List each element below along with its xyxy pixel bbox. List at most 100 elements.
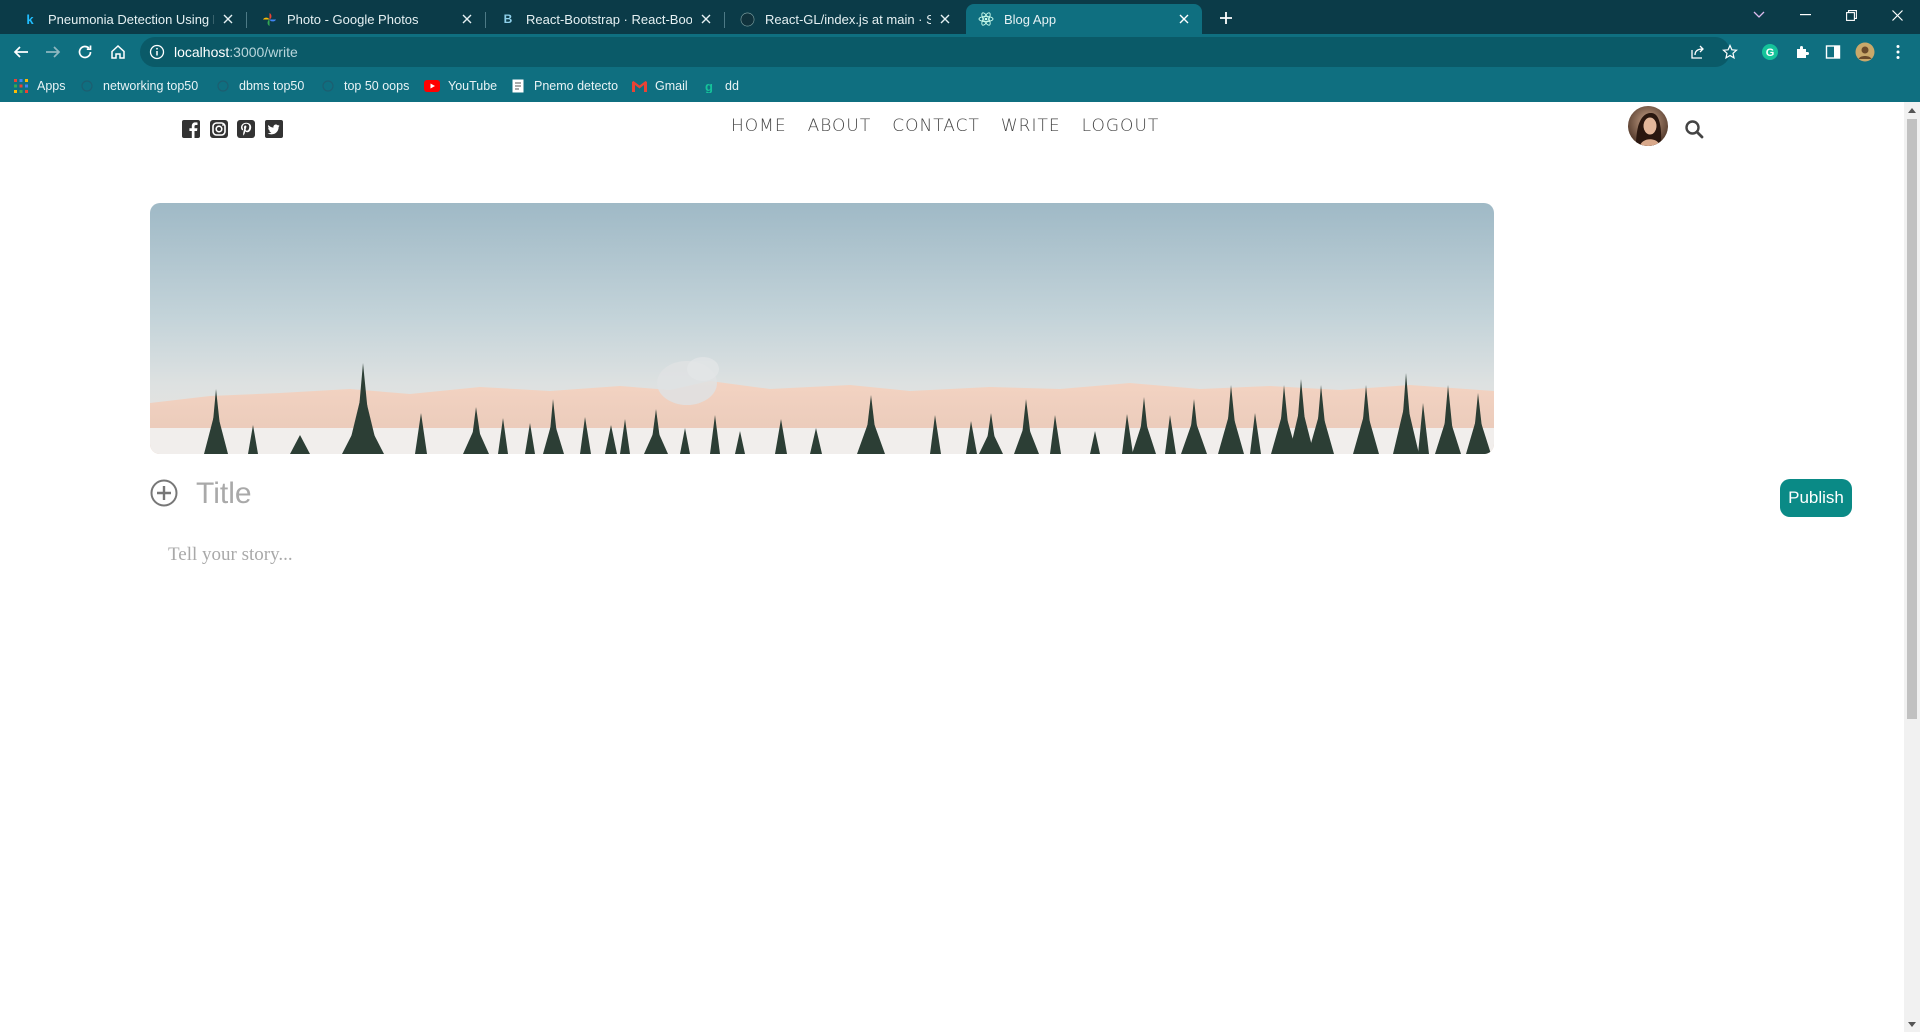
twitter-icon[interactable] — [264, 119, 284, 139]
bookmark-networking[interactable]: networking top50 — [79, 77, 198, 95]
bookmark-gmail[interactable]: Gmail — [631, 77, 688, 95]
google-photos-icon — [261, 11, 277, 27]
reload-button[interactable] — [73, 40, 97, 64]
tab-search-button[interactable] — [1736, 0, 1782, 30]
home-button[interactable] — [106, 40, 130, 64]
tab-title: Photo - Google Photos — [287, 11, 419, 27]
arrow-right-icon — [46, 46, 61, 58]
share-button[interactable] — [1687, 41, 1709, 63]
bookmarks-bar: Apps networking top50 dbms top50 top 50 … — [0, 70, 1920, 102]
scrollbar-thumb[interactable] — [1907, 119, 1917, 719]
browser-toolbar: localhost:3000/write G — [0, 34, 1920, 70]
publish-button[interactable]: Publish — [1780, 479, 1852, 517]
page-scrollbar[interactable] — [1904, 102, 1920, 1032]
nav-write-link[interactable]: WRITE — [1001, 116, 1061, 136]
globe-icon — [215, 78, 231, 94]
nav-logout-link[interactable]: LOGOUT — [1082, 116, 1160, 136]
bookmark-dd[interactable]: g dd — [701, 77, 739, 95]
url-host: localhost — [174, 44, 230, 60]
tab-title: Blog App — [1004, 11, 1057, 27]
title-input[interactable] — [196, 474, 1396, 514]
bookmark-label: Gmail — [655, 79, 688, 93]
close-icon[interactable] — [698, 11, 714, 27]
close-icon[interactable] — [937, 11, 953, 27]
side-panel-button[interactable] — [1822, 41, 1844, 63]
github-icon — [739, 11, 755, 27]
bookmark-label: dd — [725, 79, 739, 93]
add-image-icon[interactable] — [150, 479, 178, 507]
facebook-icon[interactable] — [181, 119, 201, 139]
globe-icon — [79, 78, 95, 94]
restore-button[interactable] — [1828, 0, 1874, 30]
new-tab-button[interactable] — [1214, 6, 1238, 30]
search-icon[interactable] — [1684, 119, 1704, 139]
restore-icon — [1845, 9, 1857, 21]
nav-contact-link[interactable]: CONTACT — [892, 116, 980, 136]
main-menu: HOME ABOUT CONTACT WRITE LOGOUT — [731, 116, 1159, 136]
arrow-left-icon — [13, 46, 28, 58]
tab-react-gl-github[interactable]: React-GL/index.js at main · Sache — [727, 4, 963, 34]
minimize-button[interactable] — [1782, 0, 1828, 30]
svg-text:g: g — [705, 79, 713, 93]
scroll-up-arrow-icon[interactable] — [1904, 102, 1920, 118]
profile-button[interactable] — [1854, 41, 1876, 63]
bookmark-oops[interactable]: top 50 oops — [320, 77, 409, 95]
bookmark-apps[interactable]: Apps — [13, 77, 66, 95]
home-icon — [111, 44, 125, 59]
info-icon[interactable] — [149, 44, 165, 60]
tab-blog-app[interactable]: Blog App — [966, 4, 1202, 34]
extensions-button[interactable] — [1791, 41, 1813, 63]
forward-button[interactable] — [41, 40, 65, 64]
nav-home-link[interactable]: HOME — [731, 116, 787, 136]
side-panel-icon — [1825, 45, 1841, 59]
svg-text:G: G — [1766, 47, 1775, 59]
close-window-button[interactable] — [1874, 0, 1920, 30]
tab-pneumonia[interactable]: k Pneumonia Detection Using Fast — [10, 4, 246, 34]
url-text: localhost:3000/write — [174, 44, 298, 60]
bookmark-label: top 50 oops — [344, 79, 410, 93]
back-button[interactable] — [9, 40, 33, 64]
kebab-menu-icon — [1896, 45, 1900, 59]
bookmark-label: YouTube — [448, 79, 498, 93]
bookmark-label: dbms top50 — [239, 79, 305, 93]
tab-title: Pneumonia Detection Using Fast — [48, 11, 214, 27]
globe-icon — [320, 78, 336, 94]
tab-react-bootstrap[interactable]: B React-Bootstrap · React-Bootstrap — [488, 4, 724, 34]
bookmark-label: Pnemo detecto — [534, 79, 619, 93]
page-content: HOME ABOUT CONTACT WRITE LOGOUT Title Pu… — [0, 102, 1904, 1032]
kaggle-icon: k — [26, 11, 34, 27]
react-icon — [978, 11, 994, 27]
nav-about-link[interactable]: ABOUT — [808, 116, 872, 136]
puzzle-icon — [1797, 46, 1809, 58]
chevron-down-icon — [1753, 11, 1765, 18]
user-avatar[interactable] — [1628, 106, 1668, 146]
bookmark-label: networking top50 — [103, 79, 199, 93]
close-icon[interactable] — [459, 11, 475, 27]
tab-google-photos[interactable]: Photo - Google Photos — [249, 4, 485, 34]
bookmark-dbms[interactable]: dbms top50 — [215, 77, 304, 95]
gmail-icon — [631, 78, 647, 94]
cover-image — [150, 203, 1494, 454]
star-icon — [1722, 44, 1738, 60]
pinterest-icon[interactable] — [236, 119, 256, 139]
close-icon[interactable] — [220, 11, 236, 27]
grammarly-icon: g — [701, 78, 717, 94]
bookmark-star-button[interactable] — [1719, 41, 1741, 63]
instagram-icon[interactable] — [209, 119, 229, 139]
grammarly-extension[interactable]: G — [1759, 41, 1781, 63]
document-icon — [510, 78, 526, 94]
story-textarea[interactable] — [168, 544, 1768, 844]
apps-grid-icon — [13, 78, 29, 94]
plus-icon — [1220, 12, 1232, 24]
menu-button[interactable] — [1887, 41, 1909, 63]
bookmark-label: Apps — [37, 79, 66, 93]
share-icon — [1691, 45, 1704, 59]
bootstrap-icon: B — [503, 12, 513, 26]
address-bar[interactable]: localhost:3000/write — [140, 37, 1730, 67]
browser-window: k Pneumonia Detection Using Fast Photo -… — [0, 0, 1920, 1032]
tab-strip: k Pneumonia Detection Using Fast Photo -… — [0, 0, 1920, 34]
bookmark-pnemo[interactable]: Pnemo detecto — [510, 77, 618, 95]
bookmark-youtube[interactable]: YouTube — [424, 77, 497, 95]
close-icon[interactable] — [1176, 11, 1192, 27]
scroll-down-arrow-icon[interactable] — [1904, 1016, 1920, 1032]
